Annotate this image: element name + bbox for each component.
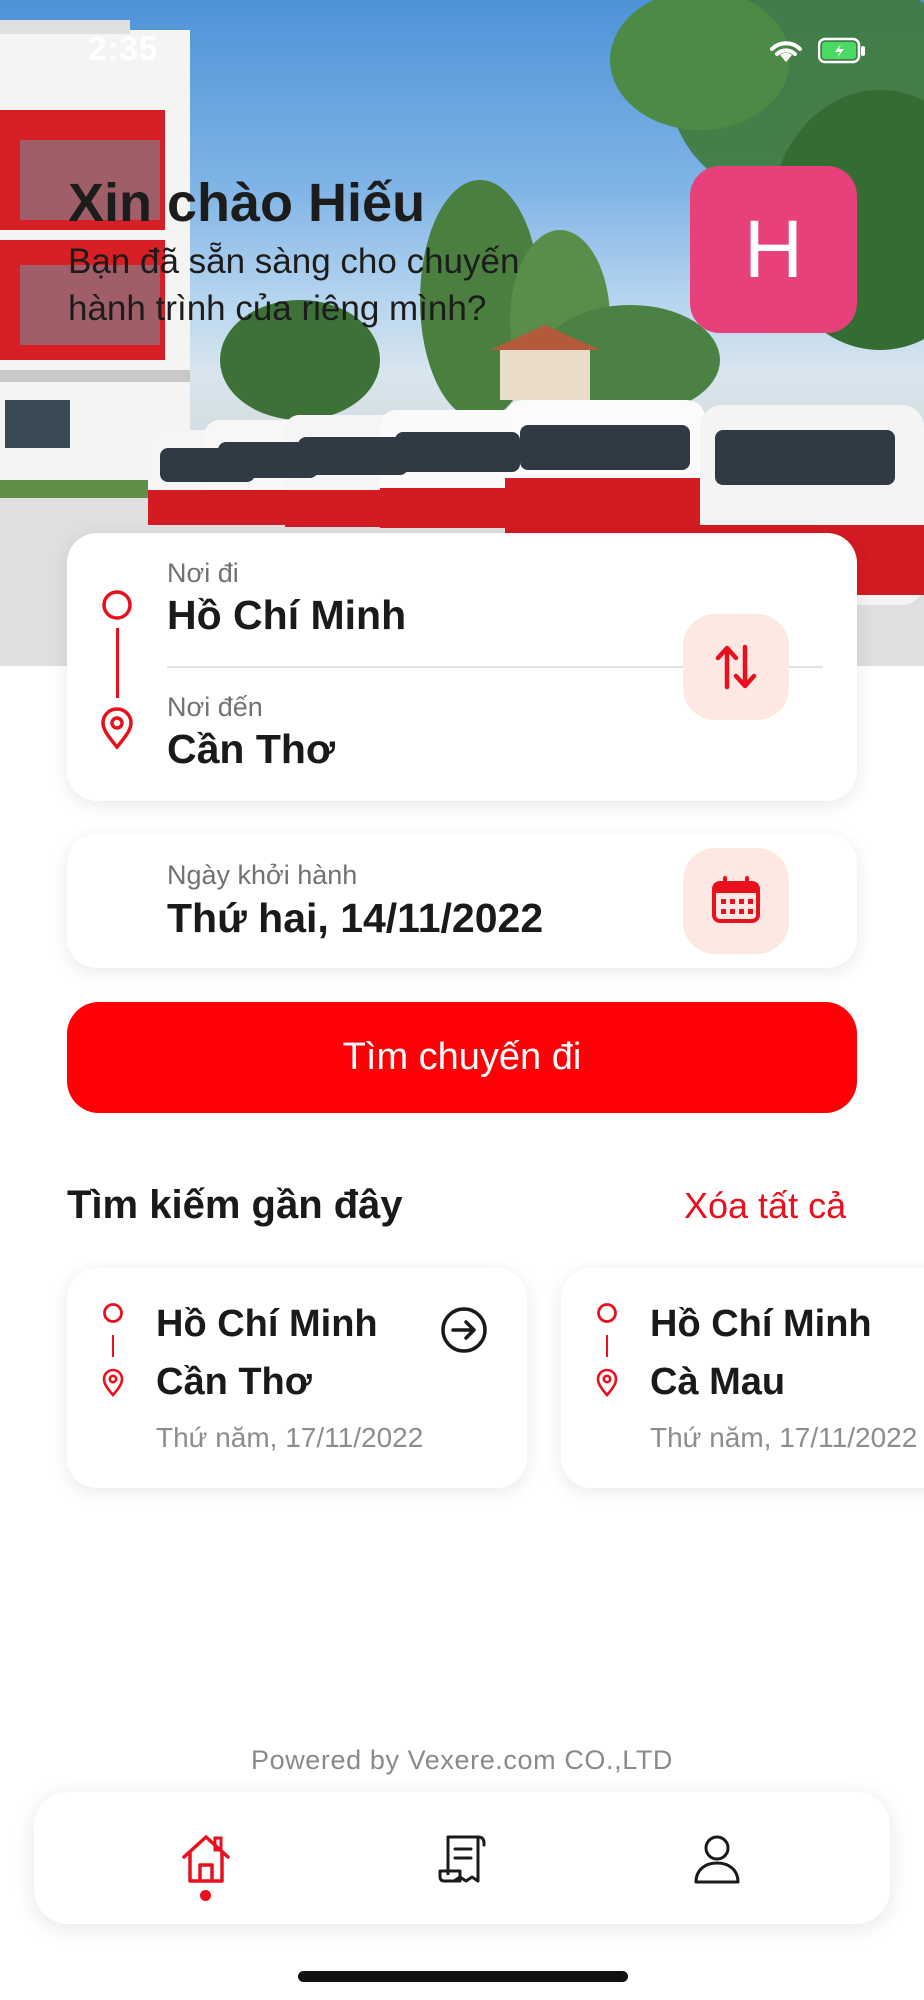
recent-date: Thứ năm, 17/11/2022 — [650, 1422, 918, 1453]
tab-profile[interactable] — [672, 1814, 762, 1904]
recent-date: Thứ năm, 17/11/2022 — [156, 1422, 424, 1453]
recent-origin: Hồ Chí Minh — [156, 1303, 378, 1345]
active-tab-indicator — [200, 1890, 211, 1901]
bottom-tab-bar — [34, 1792, 890, 1924]
clear-all-link[interactable]: Xóa tất cả — [684, 1185, 846, 1227]
route-connector-line — [606, 1335, 608, 1357]
origin-circle-icon — [103, 1303, 123, 1323]
destination-label: Nơi đến — [167, 692, 263, 722]
destination-value[interactable]: Cần Thơ — [167, 726, 335, 773]
status-time: 2:35 — [88, 30, 159, 68]
origin-circle-icon — [597, 1303, 617, 1323]
profile-icon — [694, 1835, 740, 1884]
recent-search-card[interactable]: Hồ Chí Minh Cần Thơ Thứ năm, 17/11/2022 — [67, 1268, 527, 1488]
home-indicator — [298, 1971, 628, 1982]
recent-search-card[interactable]: Hồ Chí Minh Cà Mau Thứ năm, 17/11/2022 — [561, 1268, 924, 1488]
swap-vertical-icon — [715, 644, 757, 690]
route-connector-line — [112, 1335, 114, 1357]
recent-destination: Cà Mau — [650, 1361, 786, 1403]
search-trips-button[interactable]: Tìm chuyến đi — [67, 1002, 857, 1113]
recent-destination: Cần Thơ — [156, 1361, 312, 1403]
origin-label: Nơi đi — [167, 558, 239, 588]
greeting-title: Xin chào Hiếu — [68, 173, 426, 233]
date-value[interactable]: Thứ hai, 14/11/2022 — [167, 895, 543, 942]
origin-circle-icon — [102, 590, 132, 620]
wifi-icon — [770, 41, 802, 62]
arrow-right-circle-icon[interactable] — [439, 1305, 489, 1355]
destination-pin-icon — [596, 1368, 618, 1397]
calendar-icon — [712, 876, 760, 923]
destination-pin-icon — [102, 1368, 124, 1397]
recent-searches-title: Tìm kiếm gần đây — [67, 1183, 403, 1227]
greeting-subtitle: Bạn đã sẵn sàng cho chuyến hành trình củ… — [68, 242, 520, 328]
home-icon — [182, 1835, 230, 1883]
tickets-icon — [438, 1835, 486, 1883]
destination-pin-icon — [101, 707, 133, 750]
calendar-button[interactable] — [683, 848, 789, 954]
origin-value[interactable]: Hồ Chí Minh — [167, 592, 406, 639]
battery-icon — [818, 37, 865, 64]
route-connector-line — [116, 628, 119, 698]
powered-by-text: Powered by Vexere.com CO.,LTD — [250, 1745, 674, 1775]
date-label: Ngày khởi hành — [167, 860, 358, 890]
avatar[interactable]: H — [690, 166, 857, 333]
recent-origin: Hồ Chí Minh — [650, 1303, 872, 1345]
swap-route-button[interactable] — [683, 614, 789, 720]
tab-tickets[interactable] — [417, 1814, 507, 1904]
avatar-letter: H — [743, 203, 804, 295]
